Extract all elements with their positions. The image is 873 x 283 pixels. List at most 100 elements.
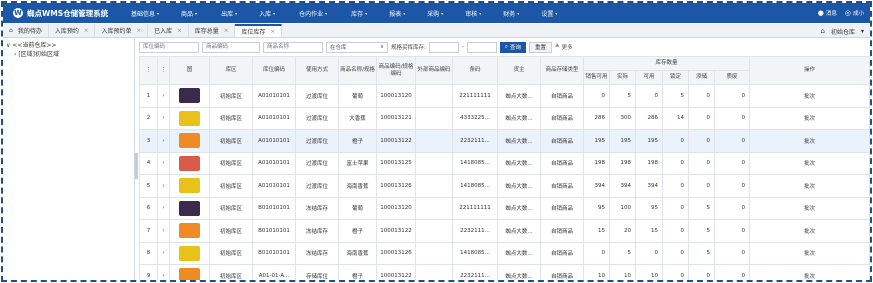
nav-menu-item[interactable]: 出库 ▾ bbox=[221, 9, 237, 18]
expand-icon[interactable]: › bbox=[14, 51, 16, 58]
header-sale: 销售可用 bbox=[583, 70, 610, 85]
cell-barcode: 1418085... bbox=[452, 174, 498, 198]
table-row[interactable]: 3 › 初始库区 A01010101 过渡库位 橙子 100013122 2232111...… bbox=[139, 129, 870, 153]
nav-menu-item[interactable]: 入库 ▾ bbox=[259, 9, 275, 18]
warehouse-selector[interactable]: ⌂ 初始仓库 ▾ bbox=[821, 25, 864, 37]
row-expand-icon[interactable]: › bbox=[157, 264, 170, 280]
more-filters-button[interactable]: ≚ 更多 bbox=[555, 43, 573, 51]
tab[interactable]: 库存总量 × bbox=[189, 24, 236, 37]
cell-code: 100013126 bbox=[376, 174, 416, 198]
close-icon[interactable]: × bbox=[224, 28, 229, 34]
nav-menu-label: 商品 bbox=[181, 10, 194, 18]
tab[interactable]: ⌂ 我的待办 bbox=[3, 24, 49, 37]
cell-owner: 蜘点大数... bbox=[497, 174, 541, 198]
nav-menu-item[interactable]: 仓内作业 ▾ bbox=[299, 9, 327, 18]
nav-menu-item[interactable]: 商品 ▾ bbox=[181, 9, 197, 18]
nav-menu-item[interactable]: 审核 ▾ bbox=[465, 9, 481, 18]
tab[interactable]: 库位库存 × bbox=[235, 24, 282, 37]
home-icon: ⌂ bbox=[9, 27, 13, 34]
drag-column-icon[interactable]: ⋮ bbox=[157, 56, 170, 85]
cell-owner: 蜘点大数... bbox=[497, 196, 541, 220]
cell-name: 葡萄 bbox=[338, 196, 377, 220]
table-row[interactable]: 9 › 初始库区 A01-01-A... 存储库位 橙子 100013122 2232111.… bbox=[139, 264, 870, 280]
tab[interactable]: 入库预约单 × bbox=[95, 24, 149, 37]
cell-sale: 0 bbox=[583, 241, 610, 265]
nav-menu-item[interactable]: 基础信息 ▾ bbox=[131, 9, 159, 18]
row-expand-icon[interactable]: › bbox=[157, 241, 170, 265]
collapse-icon[interactable]: ∨ bbox=[6, 42, 10, 49]
batch-link[interactable]: 批次 bbox=[749, 106, 870, 130]
cell-storage: 自销商品 bbox=[540, 196, 584, 220]
batch-link[interactable]: 批次 bbox=[749, 174, 870, 198]
header-op: 操作 bbox=[749, 56, 870, 85]
product-image bbox=[179, 223, 200, 239]
nav-menu-item[interactable]: 设置 ▾ bbox=[541, 9, 557, 18]
cell-adding: 0 bbox=[688, 151, 715, 175]
batch-link[interactable]: 批次 bbox=[749, 219, 870, 243]
user-menu[interactable]: ◎ 成小 bbox=[845, 9, 864, 17]
table-row[interactable]: 1 › 初始库区 A01010101 过渡库位 葡萄 100013120 221111111 蜘… bbox=[139, 84, 870, 108]
cell-ext bbox=[415, 106, 453, 130]
close-icon[interactable]: × bbox=[177, 28, 182, 34]
product-code-input[interactable] bbox=[202, 41, 260, 53]
table-row[interactable]: 4 › 初始库区 A01010101 过渡库位 富士苹果 100013125 1418085.… bbox=[139, 151, 870, 175]
nav-menu-item[interactable]: 采购 ▾ bbox=[427, 9, 443, 18]
tree-node-root[interactable]: ∨ <<当前仓库>> bbox=[6, 41, 131, 50]
row-expand-icon[interactable]: › bbox=[157, 219, 170, 243]
row-expand-icon[interactable]: › bbox=[157, 129, 170, 153]
row-expand-icon[interactable]: › bbox=[157, 196, 170, 220]
table-row[interactable]: 5 › 初始库区 A01010101 过渡库位 海南香蕉 100013126 1418085.… bbox=[139, 174, 870, 198]
cell-barcode: 2232111... bbox=[452, 219, 498, 243]
header-barcode: 条码 bbox=[452, 56, 498, 85]
batch-link[interactable]: 批次 bbox=[749, 196, 870, 220]
close-icon[interactable]: × bbox=[270, 29, 275, 35]
nav-menu-item[interactable]: 报表 ▾ bbox=[389, 9, 405, 18]
cell-name: 富士苹果 bbox=[338, 151, 377, 175]
batch-link[interactable]: 批次 bbox=[749, 241, 870, 265]
row-expand-icon[interactable]: › bbox=[157, 84, 170, 108]
message-button[interactable]: ● 消息 bbox=[818, 9, 837, 17]
cell-code: 100013121 bbox=[376, 106, 416, 130]
status-select[interactable]: 在仓库 ∨ bbox=[326, 41, 388, 53]
range-min-input[interactable] bbox=[428, 41, 459, 53]
close-icon[interactable]: × bbox=[136, 28, 141, 34]
batch-link[interactable]: 批次 bbox=[749, 84, 870, 108]
table-row[interactable]: 8 › 初始库区 B01010101 冻结库存 海南香蕉 100013126 1418085.… bbox=[139, 241, 870, 265]
close-icon[interactable]: × bbox=[84, 28, 89, 34]
cell-storage: 自销商品 bbox=[540, 241, 584, 265]
tab[interactable]: 已入库 × bbox=[148, 24, 189, 37]
range-max-input[interactable] bbox=[466, 41, 497, 53]
table-row[interactable]: 7 › 初始库区 B01010101 冻结库存 橙子 100013122 2232111...… bbox=[139, 219, 870, 243]
query-button[interactable]: ⌕ 查询 bbox=[499, 41, 526, 53]
cell-code: 100013120 bbox=[376, 84, 416, 108]
cell-owner: 蜘点大数... bbox=[497, 241, 541, 265]
reset-button[interactable]: 重置 bbox=[528, 41, 552, 53]
tab[interactable]: 入库预约 × bbox=[49, 24, 96, 37]
nav-menu-item[interactable]: 财务 ▾ bbox=[503, 9, 519, 18]
row-expand-icon[interactable]: › bbox=[157, 106, 170, 130]
table-row[interactable]: 6 › 初始库区 B01010101 冻结库存 葡萄 100013120 221111111 蜘… bbox=[139, 196, 870, 220]
status-select-value: 在仓库 bbox=[330, 45, 347, 51]
tree-node-area[interactable]: › [区域]初始区域 bbox=[6, 50, 131, 59]
cell-locked: 0 bbox=[662, 129, 689, 153]
row-expand-icon[interactable]: › bbox=[157, 174, 170, 198]
cell-actual: 20 bbox=[609, 219, 636, 243]
nav-menu-item[interactable]: 库存 ▾ bbox=[351, 9, 367, 18]
product-name-input[interactable] bbox=[263, 41, 323, 53]
cell-area: 初始库区 bbox=[209, 241, 253, 265]
batch-link[interactable]: 批次 bbox=[749, 151, 870, 175]
cell-ext bbox=[415, 151, 453, 175]
batch-link[interactable]: 批次 bbox=[749, 129, 870, 153]
table-row[interactable]: 2 › 初始库区 A01010101 过渡库位 大香蕉 100013121 4333225..… bbox=[139, 106, 870, 130]
row-expand-icon[interactable]: › bbox=[157, 151, 170, 175]
cell-ext bbox=[415, 84, 453, 108]
panel-splitter[interactable] bbox=[135, 153, 138, 179]
column-settings-icon[interactable]: ⋮ bbox=[139, 56, 158, 85]
cell-area: 初始库区 bbox=[209, 84, 253, 108]
cell-usage: 过渡库位 bbox=[295, 151, 339, 175]
batch-link[interactable]: 批次 bbox=[749, 264, 870, 280]
app-logo[interactable]: W 蜘点WMS仓储管理系统 bbox=[3, 8, 131, 19]
location-code-input[interactable] bbox=[139, 41, 199, 53]
cell-actual: 195 bbox=[609, 129, 636, 153]
cell-area: 初始库区 bbox=[209, 219, 253, 243]
